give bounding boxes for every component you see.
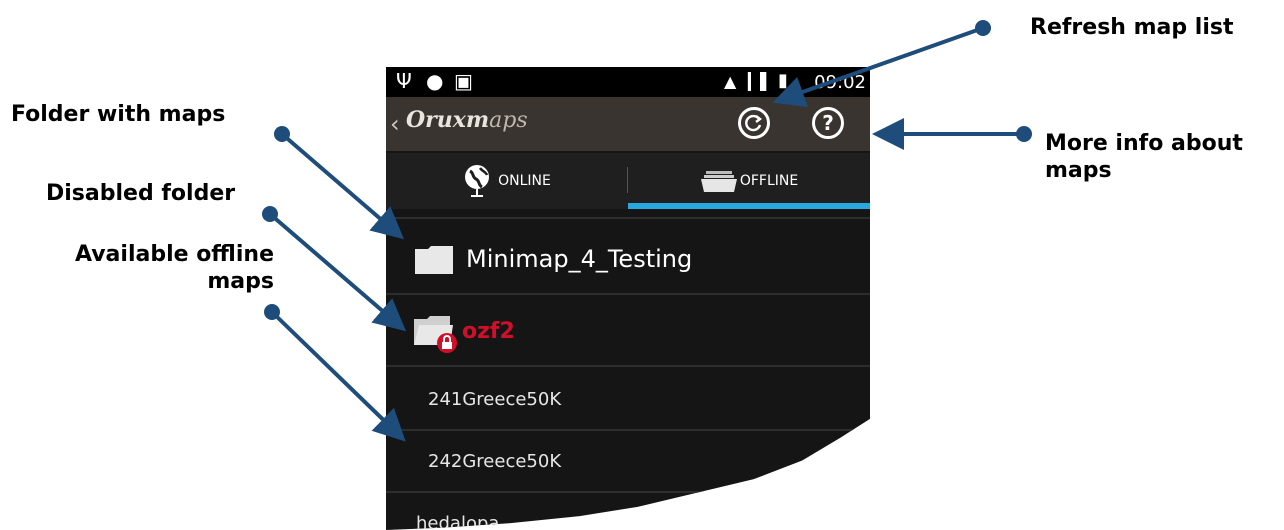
app-logo: Oruxmaps — [406, 107, 528, 133]
refresh-button[interactable] — [738, 107, 770, 139]
tab-offline[interactable]: OFFLINE — [628, 153, 870, 209]
tab-selected-indicator — [628, 203, 870, 209]
status-time: 09:02 — [814, 72, 866, 93]
callout-refresh-map-list: Refresh map list — [1030, 15, 1234, 40]
callout-available-offline-maps: Available offline maps — [30, 241, 274, 295]
status-bar: Ψ ● ▣ ▲ ▎▌ ▮ 09:02 — [386, 67, 870, 97]
arrow-disabled-folder — [262, 206, 407, 332]
help-icon: ? — [822, 111, 834, 135]
arrow-available-offline-maps — [264, 304, 406, 442]
tab-online[interactable]: ONLINE — [386, 153, 627, 209]
callout-available-offline-line2: maps — [207, 269, 274, 294]
folder-name-disabled: ozf2 — [462, 319, 515, 344]
map-row[interactable]: hedalopa — [386, 491, 870, 530]
globe-icon — [465, 165, 490, 197]
arrow-folder-with-maps — [274, 126, 405, 240]
folder-name: Minimap_4_Testing — [466, 245, 693, 273]
battery-icon: ▮ — [778, 70, 788, 91]
action-bar: ‹ Oruxmaps ? — [386, 97, 870, 151]
logo-bold: Oruxm — [406, 107, 490, 133]
callout-folder-with-maps: Folder with maps — [11, 102, 226, 127]
wifi-icon: ▲ — [724, 72, 737, 91]
map-stack-icon — [700, 171, 737, 192]
signal-icon: ▎▌ — [748, 72, 773, 91]
arrow-more-info — [872, 118, 1032, 150]
callout-more-info-line2: maps — [1045, 158, 1112, 183]
callout-available-offline-line1: Available offline — [74, 242, 274, 267]
callout-more-info-line1: More info about — [1045, 131, 1243, 156]
chevron-left-icon[interactable]: ‹ — [390, 110, 400, 138]
phone-screen: Ψ ● ▣ ▲ ▎▌ ▮ 09:02 ‹ Oruxmaps ? ONLINE O… — [386, 67, 870, 530]
folder-icon — [415, 246, 453, 274]
logo-light: aps — [489, 108, 528, 133]
tab-online-label: ONLINE — [498, 173, 551, 189]
map-name: hedalopa — [416, 513, 500, 530]
tab-offline-label: OFFLINE — [739, 173, 799, 189]
usb-icon: Ψ — [396, 69, 412, 93]
map-name: 242Greece50K — [428, 451, 562, 472]
help-button[interactable]: ? — [812, 107, 844, 139]
refresh-icon — [745, 114, 762, 132]
callout-more-info-about-maps: More info about maps — [1045, 130, 1243, 184]
shopping-bag-icon: ▣ — [454, 69, 473, 93]
folder-row-minimap[interactable]: Minimap_4_Testing — [386, 217, 870, 293]
map-row[interactable]: 241Greece50K — [386, 365, 870, 429]
app-notification-icon: ● — [426, 69, 444, 93]
tab-bar: ONLINE OFFLINE — [386, 153, 870, 209]
map-name: 241Greece50K — [428, 389, 562, 410]
locked-folder-icon — [414, 316, 457, 353]
callout-disabled-folder: Disabled folder — [46, 181, 236, 206]
map-row[interactable]: 242Greece50K — [386, 429, 870, 493]
folder-row-ozf2[interactable]: ozf2 — [386, 293, 870, 367]
